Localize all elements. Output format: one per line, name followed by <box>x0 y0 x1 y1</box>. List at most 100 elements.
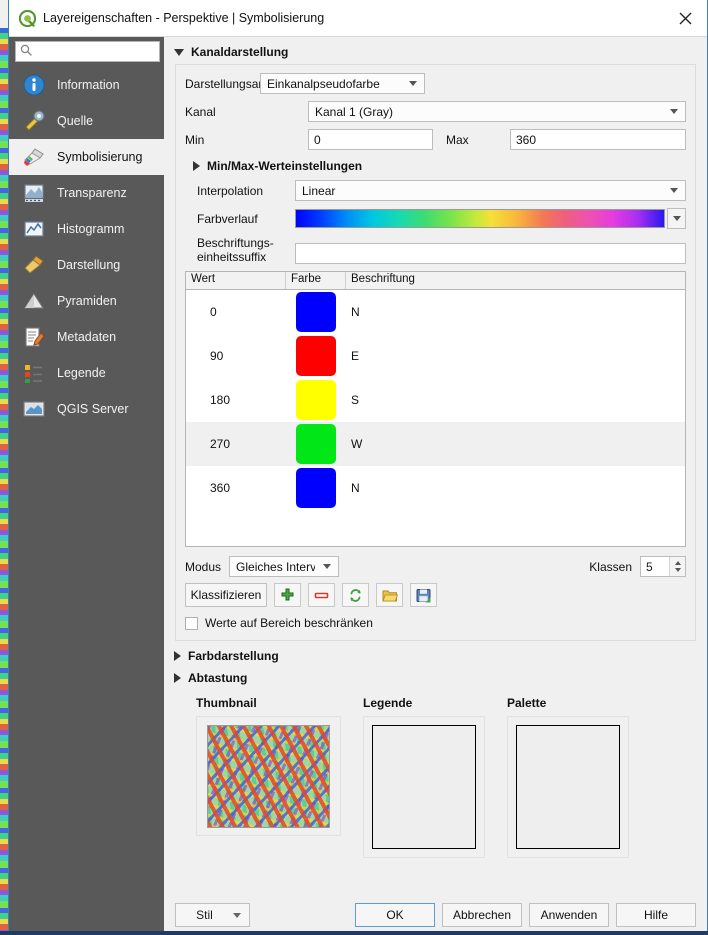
minmax-settings-label: Min/Max-Werteinstellungen <box>207 159 362 173</box>
table-row[interactable]: 0N <box>186 290 685 334</box>
min-label: Min <box>185 133 308 147</box>
sidebar-item-metadaten[interactable]: Metadaten <box>9 319 164 355</box>
style-button[interactable]: Stil <box>175 903 250 927</box>
sort-entries-button[interactable] <box>342 583 369 607</box>
search-box[interactable] <box>15 41 160 62</box>
clip-checkbox-row[interactable]: Werte auf Bereich beschränken <box>185 616 686 630</box>
ok-button[interactable]: OK <box>355 903 435 927</box>
sidebar-item-transparenz[interactable]: Transparenz <box>9 175 164 211</box>
window-bottom-edge <box>0 931 708 935</box>
sidebar-item-histogramm[interactable]: Histogramm <box>9 211 164 247</box>
cell-wert[interactable]: 270 <box>186 437 286 451</box>
cancel-button[interactable]: Abbrechen <box>442 903 522 927</box>
sidebar-item-label: Metadaten <box>57 330 116 344</box>
classify-toolbar: Klassifizieren <box>185 583 686 607</box>
section-title: Kanaldarstellung <box>191 45 288 59</box>
section-header-resampling[interactable]: Abtastung <box>164 668 707 690</box>
sidebar-item-label: QGIS Server <box>57 402 129 416</box>
server-map-icon <box>21 396 47 422</box>
color-ramp-row: Farbverlauf <box>185 208 686 229</box>
document-pencil-icon <box>21 324 47 350</box>
sidebar-item-darstellung[interactable]: Darstellung <box>9 247 164 283</box>
cell-wert[interactable]: 360 <box>186 481 286 495</box>
render-type-row: Darstellungsart Einkanalpseudofarbe <box>185 73 686 94</box>
label-unit-suffix-label-line1: Beschriftungs- <box>197 236 274 250</box>
color-ramp-label: Farbverlauf <box>185 212 295 226</box>
color-ramp-dropdown-button[interactable] <box>667 208 686 229</box>
remove-entry-button[interactable] <box>308 583 335 607</box>
sidebar-item-information[interactable]: Information <box>9 67 164 103</box>
cell-beschriftung[interactable]: N <box>346 481 685 495</box>
chevron-down-icon <box>409 81 417 86</box>
cell-beschriftung[interactable]: W <box>346 437 685 451</box>
cell-wert[interactable]: 0 <box>186 305 286 319</box>
load-colormap-button[interactable] <box>376 583 403 607</box>
color-swatch[interactable] <box>296 424 336 464</box>
chevron-down-icon <box>670 188 678 193</box>
sidebar-item-symbolisierung[interactable]: Symbolisierung <box>9 139 164 175</box>
mode-combo[interactable]: Gleiches Intervall <box>229 556 339 577</box>
spinner-down-icon[interactable] <box>675 568 681 572</box>
cell-farbe[interactable] <box>286 336 346 376</box>
column-header-beschriftung: Beschriftung <box>346 272 685 289</box>
max-label: Max <box>433 133 510 147</box>
column-header-farbe: Farbe <box>286 272 346 289</box>
section-header-color-rendering[interactable]: Farbdarstellung <box>164 641 707 668</box>
table-row[interactable]: 90 E <box>186 334 685 378</box>
pyramid-icon <box>21 288 47 314</box>
section-header-band-rendering[interactable]: Kanaldarstellung <box>164 37 707 64</box>
add-entry-button[interactable] <box>274 583 301 607</box>
table-row[interactable]: 270 W <box>186 422 685 466</box>
classify-button[interactable]: Klassifizieren <box>185 583 267 607</box>
apply-button[interactable]: Anwenden <box>529 903 609 927</box>
band-combo[interactable]: Kanal 1 (Gray) <box>308 101 686 122</box>
cell-farbe[interactable] <box>286 292 346 332</box>
max-input[interactable]: 360 <box>510 129 686 150</box>
color-swatch[interactable] <box>296 292 336 332</box>
table-row[interactable]: 180 S <box>186 378 685 422</box>
wrench-screwdriver-icon <box>21 108 47 134</box>
table-row[interactable]: 360 N <box>186 466 685 510</box>
cell-farbe[interactable] <box>286 424 346 464</box>
cell-farbe[interactable] <box>286 380 346 420</box>
sidebar-item-label: Quelle <box>57 114 93 128</box>
spinner-up-icon[interactable] <box>675 561 681 565</box>
sidebar-item-label: Pyramiden <box>57 294 117 308</box>
clip-checkbox[interactable] <box>185 617 198 630</box>
sidebar-item-pyramiden[interactable]: Pyramiden <box>9 283 164 319</box>
color-map-table[interactable]: Wert Farbe Beschriftung 0N90E180S270W360… <box>185 271 686 547</box>
footer-actions: OK Abbrechen Anwenden Hilfe <box>355 903 696 927</box>
band-row: Kanal Kanal 1 (Gray) <box>185 101 686 122</box>
color-swatch[interactable] <box>296 336 336 376</box>
chevron-right-icon <box>174 651 181 661</box>
sidebar-item-quelle[interactable]: Quelle <box>9 103 164 139</box>
cell-beschriftung[interactable]: N <box>346 305 685 319</box>
color-swatch[interactable] <box>296 380 336 420</box>
palette-label: Palette <box>507 696 629 710</box>
close-icon[interactable] <box>663 0 707 36</box>
help-button[interactable]: Hilfe <box>616 903 696 927</box>
color-swatch[interactable] <box>296 468 336 508</box>
sidebar-item-qgis-server[interactable]: QGIS Server <box>9 391 164 427</box>
interpolation-row: Interpolation Linear <box>185 180 686 201</box>
color-ramp-preview[interactable] <box>295 209 665 228</box>
spinner-buttons[interactable] <box>669 557 685 576</box>
cell-wert[interactable]: 90 <box>186 349 286 363</box>
chevron-down-icon <box>174 49 184 56</box>
cell-wert[interactable]: 180 <box>186 393 286 407</box>
mode-label: Modus <box>185 560 221 574</box>
cell-beschriftung[interactable]: E <box>346 349 685 363</box>
interpolation-combo[interactable]: Linear <box>295 180 686 201</box>
min-input[interactable]: 0 <box>308 129 433 150</box>
palette-frame <box>507 716 629 858</box>
cell-farbe[interactable] <box>286 468 346 508</box>
green-sort-arrows-icon <box>348 588 363 603</box>
label-unit-suffix-input[interactable] <box>295 243 686 264</box>
cell-beschriftung[interactable]: S <box>346 393 685 407</box>
classes-spinner[interactable]: 5 <box>640 556 686 577</box>
section-header-minmax-settings[interactable]: Min/Max-Werteinstellungen <box>185 157 686 180</box>
save-colormap-button[interactable] <box>410 583 437 607</box>
search-input[interactable] <box>36 45 155 59</box>
render-type-combo[interactable]: Einkanalpseudofarbe <box>260 73 425 94</box>
sidebar-item-legende[interactable]: Legende <box>9 355 164 391</box>
